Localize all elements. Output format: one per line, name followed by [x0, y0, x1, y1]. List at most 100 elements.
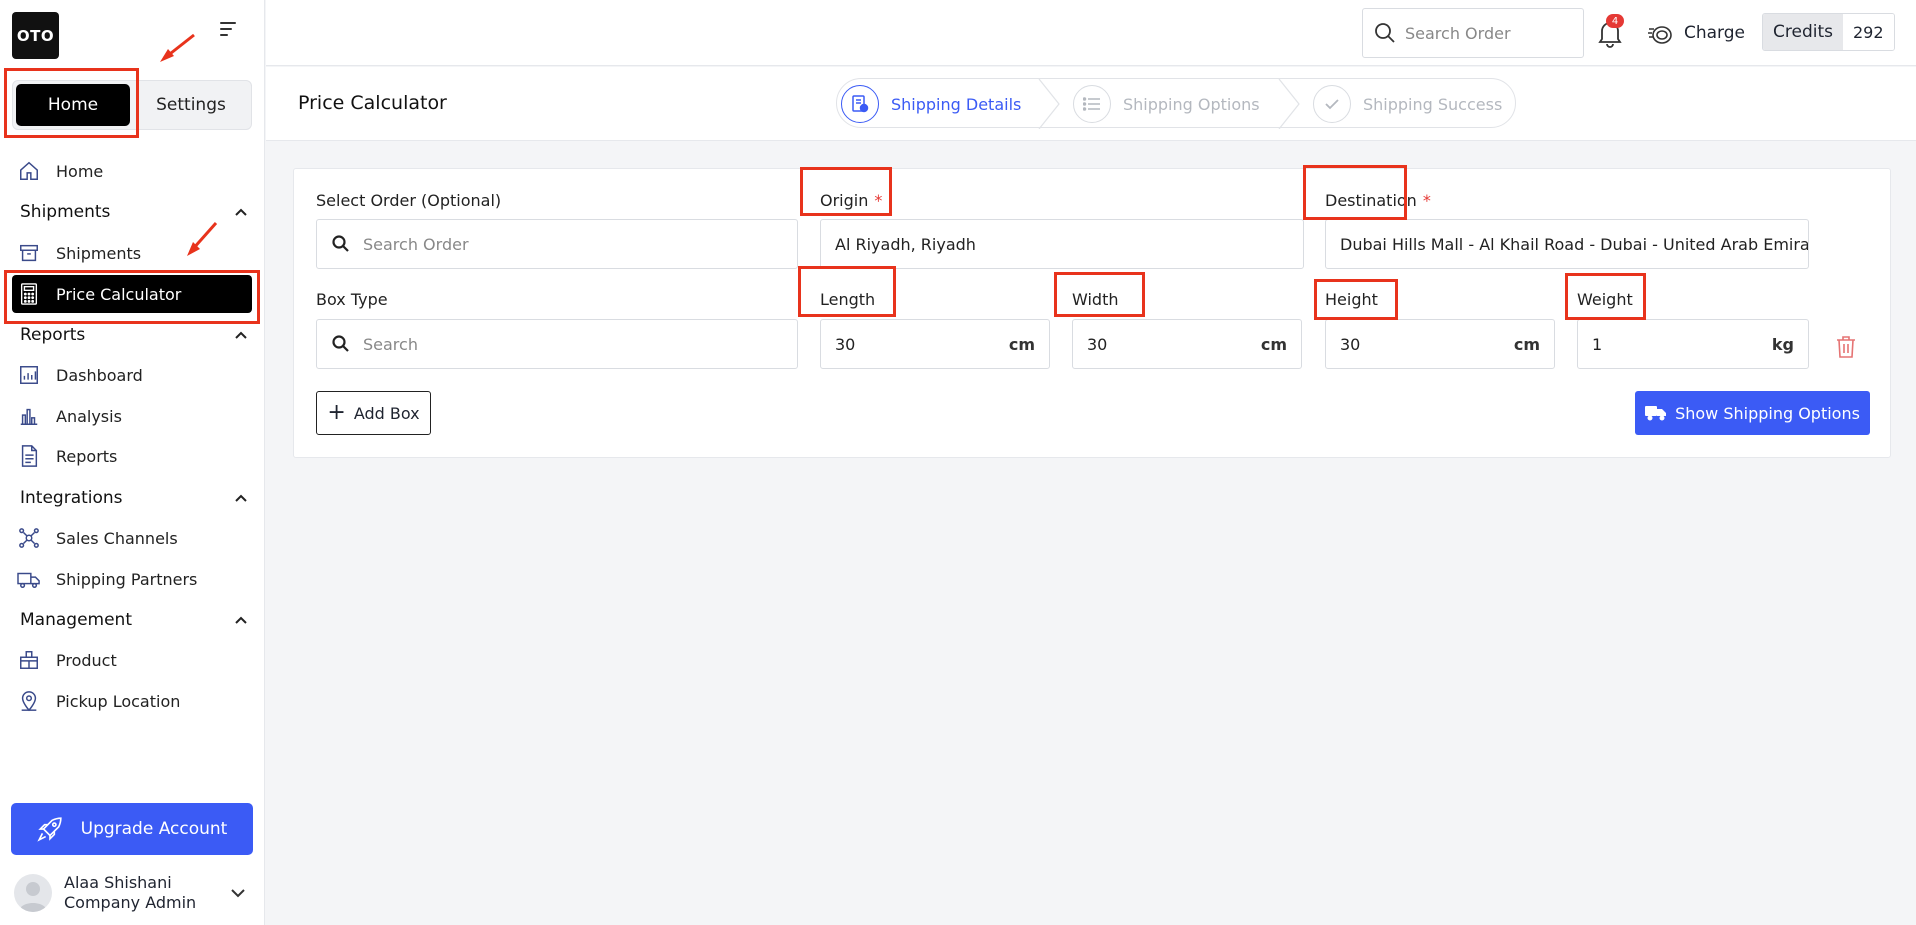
select-order-placeholder: Search Order — [363, 234, 469, 254]
annotation-arrow — [187, 222, 218, 256]
annotation-arrow — [160, 33, 195, 62]
sidebar-item-product[interactable]: Product — [12, 643, 252, 677]
annotation-box — [4, 270, 260, 324]
chevron-right-icon — [1038, 79, 1060, 129]
sidebar-item-label: Pickup Location — [56, 691, 181, 711]
length-field[interactable]: 30 cm — [820, 319, 1050, 369]
sidebar: OTO Home Settings Home Shipments Shipmen… — [0, 0, 265, 925]
chevron-up-icon — [235, 616, 247, 624]
box-icon — [16, 240, 42, 266]
box-type-label: Box Type — [316, 290, 388, 309]
sidebar-item-label: Home — [56, 161, 104, 181]
section-reports[interactable]: Reports — [20, 320, 248, 350]
user-role: Company Admin — [64, 893, 197, 912]
sidebar-item-label: Reports — [56, 446, 118, 466]
weight-value: 1 — [1592, 334, 1603, 354]
sidebar-item-label: Shipments — [56, 243, 142, 263]
search-icon — [332, 235, 349, 252]
length-value: 30 — [835, 334, 856, 354]
width-field[interactable]: 30 cm — [1072, 319, 1302, 369]
rocket-icon — [36, 817, 62, 842]
document-icon — [841, 85, 879, 123]
coins-icon — [1648, 26, 1672, 44]
search-icon — [332, 335, 349, 352]
annotation-box — [1054, 272, 1145, 317]
truck-icon — [1645, 406, 1667, 421]
trash-icon[interactable] — [1835, 335, 1857, 363]
section-label: Shipments — [20, 202, 111, 222]
origin-value: Al Riyadh, Riyadh — [835, 234, 976, 254]
annotation-box — [800, 167, 892, 216]
step-label: Shipping Options — [1123, 94, 1260, 114]
chevron-down-icon[interactable] — [230, 888, 246, 898]
network-icon — [16, 525, 42, 551]
upgrade-account-button[interactable]: Upgrade Account — [11, 803, 253, 855]
sidebar-item-label: Sales Channels — [56, 528, 178, 548]
sidebar-item-home[interactable]: Home — [12, 154, 252, 188]
annotation-box — [1565, 273, 1646, 320]
box-type-placeholder: Search — [363, 334, 418, 354]
sidebar-item-pickup-location[interactable]: Pickup Location — [12, 684, 252, 718]
height-value: 30 — [1340, 334, 1361, 354]
section-management[interactable]: Management — [20, 605, 248, 635]
plus-icon: + — [327, 400, 346, 425]
truck-icon — [16, 566, 42, 592]
section-label: Management — [20, 610, 132, 630]
header-search[interactable] — [1362, 8, 1584, 58]
sidebar-item-sales-channels[interactable]: Sales Channels — [12, 521, 252, 555]
sidebar-item-analysis[interactable]: Analysis — [12, 399, 252, 433]
sidebar-item-label: Analysis — [56, 406, 122, 426]
length-unit: cm — [1008, 334, 1035, 354]
location-pin-icon — [16, 688, 42, 714]
box-type-field[interactable]: Search — [316, 319, 798, 369]
annotation-box — [798, 266, 896, 317]
height-field[interactable]: 30 cm — [1325, 319, 1555, 369]
charge-label: Charge — [1684, 23, 1746, 43]
width-value: 30 — [1087, 334, 1108, 354]
annotation-box — [1303, 165, 1407, 220]
check-icon — [1313, 85, 1351, 123]
home-icon — [16, 158, 42, 184]
sidebar-item-dashboard[interactable]: Dashboard — [12, 358, 252, 392]
oto-logo[interactable]: OTO — [12, 12, 59, 59]
page-titlebar: Price Calculator Shipping Details Shippi… — [266, 67, 1916, 141]
destination-value: Dubai Hills Mall - Al Khail Road - Dubai… — [1340, 234, 1809, 254]
annotation-box — [4, 68, 139, 138]
chevron-up-icon — [235, 494, 247, 502]
upgrade-label: Upgrade Account — [80, 819, 228, 839]
step-shipping-success[interactable]: Shipping Success — [1313, 79, 1502, 129]
page-title: Price Calculator — [298, 92, 447, 114]
destination-field[interactable]: Dubai Hills Mall - Al Khail Road - Dubai… — [1325, 219, 1809, 269]
sidebar-item-label: Product — [56, 650, 117, 670]
sidebar-item-shipping-partners[interactable]: Shipping Partners — [12, 562, 252, 596]
tab-settings[interactable]: Settings — [133, 84, 249, 126]
weight-field[interactable]: 1 kg — [1577, 319, 1809, 369]
header-search-input[interactable] — [1405, 23, 1575, 43]
credits-value: 292 — [1842, 14, 1894, 50]
select-order-field[interactable]: Search Order — [316, 219, 798, 269]
progress-stepper: Shipping Details Shipping Options Shippi… — [836, 78, 1516, 129]
chevron-right-icon — [1278, 79, 1300, 129]
select-order-label: Select Order (Optional) — [316, 191, 502, 210]
sidebar-item-reports[interactable]: Reports — [12, 439, 252, 473]
section-label: Integrations — [20, 488, 123, 508]
sidebar-collapse-icon[interactable] — [220, 22, 242, 42]
sidebar-item-label: Shipping Partners — [56, 569, 198, 589]
show-shipping-options-label: Show Shipping Options — [1675, 403, 1860, 423]
charge-button[interactable]: Charge — [1646, 18, 1745, 48]
sidebar-item-label: Dashboard — [56, 365, 143, 385]
product-icon — [16, 647, 42, 673]
top-header: 4 Charge Credits 292 — [266, 0, 1916, 66]
step-shipping-details[interactable]: Shipping Details — [841, 79, 1021, 129]
step-shipping-options[interactable]: Shipping Options — [1073, 79, 1260, 129]
list-icon — [1073, 85, 1111, 123]
weight-unit: kg — [1771, 334, 1794, 354]
user-profile[interactable]: Alaa Shishani Company Admin — [14, 870, 254, 916]
user-name: Alaa Shishani — [64, 873, 172, 892]
origin-field[interactable]: Al Riyadh, Riyadh — [820, 219, 1304, 269]
required-mark: * — [1422, 191, 1431, 210]
credits-display: Credits 292 — [1762, 13, 1895, 51]
add-box-button[interactable]: + Add Box — [316, 391, 431, 435]
section-integrations[interactable]: Integrations — [20, 483, 248, 513]
show-shipping-options-button[interactable]: Show Shipping Options — [1635, 391, 1870, 435]
